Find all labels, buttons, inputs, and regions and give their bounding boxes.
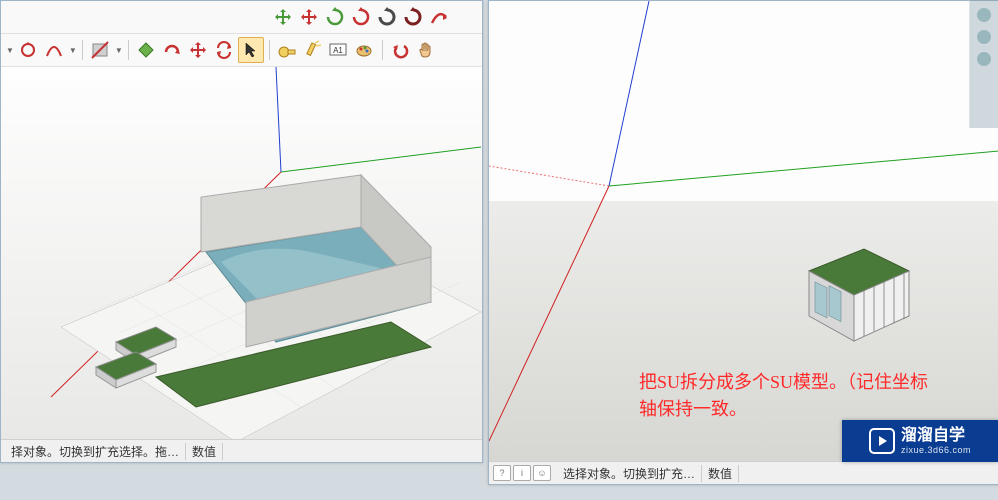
status-hint: 择对象。切换到扩充选择。拖… xyxy=(5,443,186,460)
sketchup-window-left: ▼ ▼ ▼ A1 xyxy=(0,0,483,463)
panel-dot[interactable] xyxy=(977,8,991,22)
rotate-dual-icon xyxy=(214,40,234,60)
svg-text:A1: A1 xyxy=(333,46,343,55)
statusbar-left: 择对象。切换到扩充选择。拖… 数值 xyxy=(1,439,482,462)
rotate-red-icon xyxy=(162,40,182,60)
statusbar-right: ? i ☺ 选择对象。切换到扩充… 数值 xyxy=(489,461,998,484)
status-value-label: 数值 xyxy=(702,465,739,482)
rotate-tool-green[interactable] xyxy=(323,5,347,29)
toolbar-row-2: ▼ ▼ ▼ A1 xyxy=(1,34,482,67)
annotation-line2: 轴保持一致。 xyxy=(639,396,928,423)
toolbar-divider xyxy=(82,40,83,60)
orbit-tool[interactable] xyxy=(16,38,40,62)
status-btn-help[interactable]: i xyxy=(513,465,531,481)
a1-label-icon: A1 xyxy=(328,40,350,60)
move-4way-icon xyxy=(188,40,208,60)
tape-measure-tool[interactable] xyxy=(275,38,299,62)
toolbar-row-1 xyxy=(1,1,482,34)
status-icon-buttons: ? i ☺ xyxy=(493,465,551,481)
status-hint: 选择对象。切换到扩充… xyxy=(557,465,702,482)
rotate-dark-red-icon xyxy=(403,7,423,27)
flashlight-tool[interactable] xyxy=(301,38,325,62)
undo-icon xyxy=(390,40,410,60)
watermark-badge: 溜溜自学 zixue.3d66.com xyxy=(842,420,998,462)
panel-dot[interactable] xyxy=(977,52,991,66)
toolbar-divider xyxy=(269,40,270,60)
diamond-green-icon xyxy=(136,40,156,60)
undo-tool[interactable] xyxy=(388,38,412,62)
move-4way-icon xyxy=(299,7,319,27)
hand-icon xyxy=(416,40,436,60)
watermark-title: 溜溜自学 xyxy=(901,426,971,445)
annotation-line1: 把SU拆分成多个SU模型。（记住坐标 xyxy=(639,369,928,396)
sketchup-window-right: 把SU拆分成多个SU模型。（记住坐标 轴保持一致。 ? i ☺ 选择对象。切换到… xyxy=(488,0,998,485)
toolbar-menu-arrow[interactable]: ▼ xyxy=(6,46,14,55)
panel-dot[interactable] xyxy=(977,30,991,44)
orbit-icon xyxy=(18,40,38,60)
watermark-sub: zixue.3d66.com xyxy=(901,445,971,456)
rect-tool[interactable] xyxy=(88,38,112,62)
dropdown-arrow[interactable]: ▼ xyxy=(115,46,123,55)
rect-icon xyxy=(90,40,110,60)
toolbar-divider xyxy=(128,40,129,60)
flashlight-icon xyxy=(303,40,323,60)
select-arrow-tool[interactable] xyxy=(238,37,264,63)
curve-tool[interactable] xyxy=(427,5,451,29)
viewport-right[interactable]: 把SU拆分成多个SU模型。（记住坐标 轴保持一致。 xyxy=(489,1,998,462)
curve-arrow-icon xyxy=(429,7,449,27)
viewport-left[interactable] xyxy=(1,67,482,442)
rotate-dark-tool[interactable] xyxy=(375,5,399,29)
select-arrow-icon xyxy=(241,40,261,60)
annotation-text: 把SU拆分成多个SU模型。（记住坐标 轴保持一致。 xyxy=(639,369,928,423)
paint-tool[interactable] xyxy=(353,38,377,62)
tape-icon xyxy=(277,40,297,60)
move-4way-icon xyxy=(273,7,293,27)
play-icon xyxy=(869,428,895,454)
move-tool-red[interactable] xyxy=(297,5,321,29)
hand-tool[interactable] xyxy=(414,38,438,62)
status-btn-user[interactable]: ☺ xyxy=(533,465,551,481)
paint-icon xyxy=(355,40,375,60)
rotate-icon xyxy=(351,7,371,27)
side-panel-strip xyxy=(969,0,998,128)
status-value-label: 数值 xyxy=(186,443,223,460)
status-btn-info[interactable]: ? xyxy=(493,465,511,481)
toolbar-divider xyxy=(382,40,383,60)
rotate-tool-red[interactable] xyxy=(349,5,373,29)
text-label-tool[interactable]: A1 xyxy=(327,38,351,62)
move-4way-red-tool[interactable] xyxy=(186,38,210,62)
rotate-dark-red-tool[interactable] xyxy=(401,5,425,29)
arc-icon xyxy=(44,40,64,60)
rotate-dual-tool[interactable] xyxy=(212,38,236,62)
arc-tool[interactable] xyxy=(42,38,66,62)
select-green-tool[interactable] xyxy=(134,38,158,62)
move-tool-green[interactable] xyxy=(271,5,295,29)
rotate-icon xyxy=(325,7,345,27)
rotate-dark-icon xyxy=(377,7,397,27)
viewport-scene-left xyxy=(1,67,482,442)
dropdown-arrow[interactable]: ▼ xyxy=(69,46,77,55)
rotate-red-tool[interactable] xyxy=(160,38,184,62)
